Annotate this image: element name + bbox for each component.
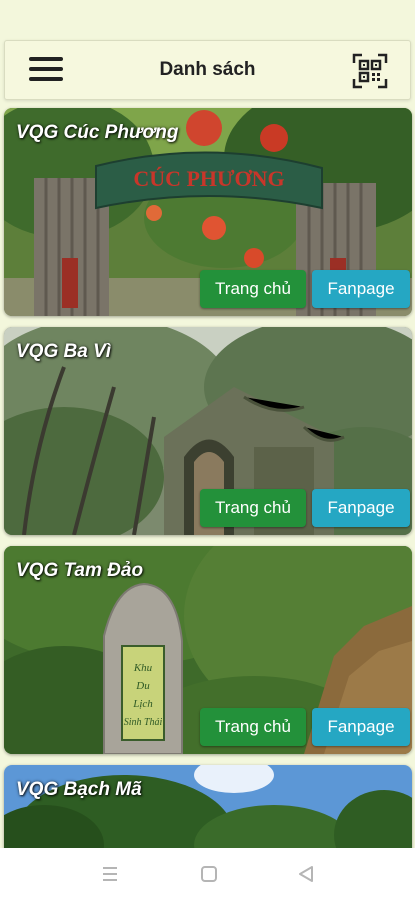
gate-sign-text: CÚC PHƯƠNG bbox=[133, 166, 284, 191]
home-circle-icon[interactable] bbox=[196, 864, 220, 884]
park-name: VQG Tam Đảo bbox=[16, 560, 144, 581]
system-nav-bar bbox=[0, 848, 415, 900]
svg-text:Sinh Thái: Sinh Thái bbox=[124, 717, 163, 728]
qr-scan-icon bbox=[352, 53, 388, 89]
qr-scan-button[interactable] bbox=[352, 53, 388, 89]
park-card-ba-vi[interactable]: VQG Ba Vì Trang chủ Fanpage bbox=[4, 327, 412, 535]
svg-text:Khu: Khu bbox=[133, 662, 153, 674]
home-page-button[interactable]: Trang chủ bbox=[200, 708, 306, 746]
back-triangle-icon[interactable] bbox=[294, 864, 318, 884]
fanpage-button[interactable]: Fanpage bbox=[312, 270, 410, 308]
park-card-tam-dao[interactable]: Khu Du Lịch Sinh Thái VQG Tam Đảo Trang … bbox=[4, 546, 412, 754]
park-card-bach-ma[interactable]: VQG Bạch Mã bbox=[4, 765, 412, 855]
svg-text:Lịch: Lịch bbox=[132, 698, 153, 710]
fanpage-button[interactable]: Fanpage bbox=[312, 489, 410, 527]
park-name: VQG Ba Vì bbox=[16, 341, 112, 362]
page-title: Danh sách bbox=[159, 59, 256, 80]
park-name: VQG Bạch Mã bbox=[16, 779, 142, 800]
home-page-button[interactable]: Trang chủ bbox=[200, 489, 306, 527]
recent-apps-icon[interactable] bbox=[98, 864, 122, 884]
fanpage-button[interactable]: Fanpage bbox=[312, 708, 410, 746]
svg-text:Du: Du bbox=[135, 680, 150, 692]
home-page-button[interactable]: Trang chủ bbox=[200, 270, 306, 308]
status-bar bbox=[0, 0, 415, 40]
park-card-cuc-phuong[interactable]: CÚC PHƯƠNG VQG Cúc Phương Trang chủ Fanp… bbox=[4, 108, 412, 316]
app-header: Danh sách bbox=[4, 40, 411, 100]
park-name: VQG Cúc Phương bbox=[16, 122, 179, 143]
